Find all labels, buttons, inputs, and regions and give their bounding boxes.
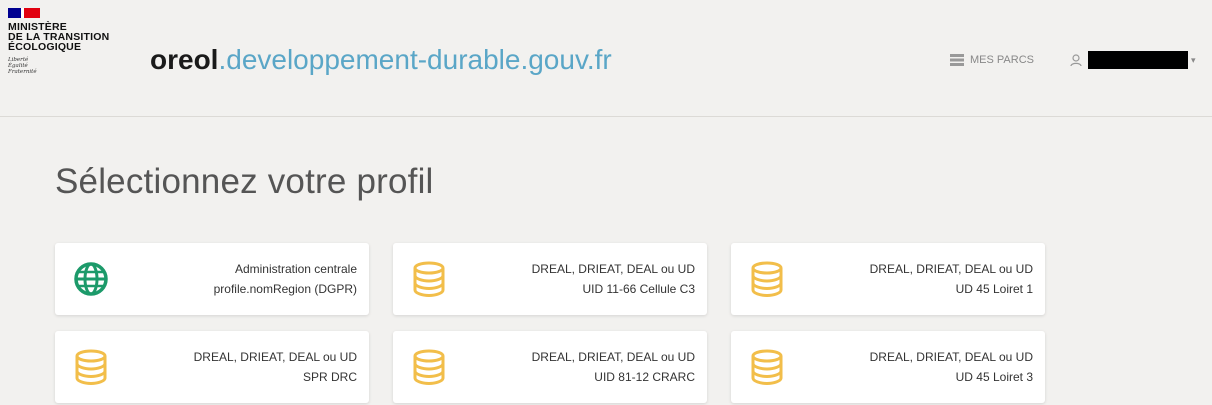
site-title[interactable]: oreol.developpement-durable.gouv.fr: [150, 42, 612, 78]
profile-description: DREAL, DRIEAT, DEAL ou UD SPR DRC: [109, 347, 357, 387]
profile-card[interactable]: DREAL, DRIEAT, DEAL ou UD SPR DRC: [55, 331, 369, 403]
profile-unit: UID 81-12 CRARC: [594, 370, 695, 384]
profile-description: Administration centrale profile.nomRegio…: [109, 259, 357, 299]
republic-motto: Liberté Égalité Fraternité: [8, 57, 37, 75]
list-icon: [950, 54, 964, 66]
site-domain: .developpement-durable.gouv.fr: [218, 44, 612, 75]
user-icon: [1070, 53, 1082, 66]
profile-card[interactable]: DREAL, DRIEAT, DEAL ou UD UID 11-66 Cell…: [393, 243, 707, 315]
mes-parcs-link[interactable]: MES PARCS: [950, 54, 1034, 66]
profile-card[interactable]: DREAL, DRIEAT, DEAL ou UD UD 45 Loiret 1: [731, 243, 1045, 315]
profile-type: DREAL, DRIEAT, DEAL ou UD: [531, 262, 695, 276]
ministry-name: MINISTÈRE DE LA TRANSITION ÉCOLOGIQUE: [8, 21, 110, 53]
french-flag-icon: [8, 8, 40, 18]
profile-grid: Administration centrale profile.nomRegio…: [55, 243, 1045, 403]
database-icon: [75, 349, 107, 385]
user-menu[interactable]: ██████████ ▾: [1070, 51, 1196, 69]
profile-type: DREAL, DRIEAT, DEAL ou UD: [193, 350, 357, 364]
profile-description: DREAL, DRIEAT, DEAL ou UD UD 45 Loiret 3: [785, 347, 1033, 387]
site-brand: oreol: [150, 44, 219, 75]
profile-card[interactable]: DREAL, DRIEAT, DEAL ou UD UID 81-12 CRAR…: [393, 331, 707, 403]
profile-description: DREAL, DRIEAT, DEAL ou UD UID 81-12 CRAR…: [447, 347, 695, 387]
profile-unit: profile.nomRegion (DGPR): [213, 282, 357, 296]
database-icon: [413, 349, 445, 385]
user-name-redacted: ██████████: [1088, 51, 1188, 69]
profile-card[interactable]: Administration centrale profile.nomRegio…: [55, 243, 369, 315]
profile-unit: UID 11-66 Cellule C3: [582, 282, 696, 296]
ministry-logo[interactable]: MINISTÈRE DE LA TRANSITION ÉCOLOGIQUE Li…: [8, 8, 128, 75]
profile-type: Administration centrale: [234, 262, 357, 276]
profile-type: DREAL, DRIEAT, DEAL ou UD: [869, 350, 1033, 364]
globe-icon: [74, 262, 108, 296]
profile-card[interactable]: DREAL, DRIEAT, DEAL ou UD UD 45 Loiret 3: [731, 331, 1045, 403]
site-header: MINISTÈRE DE LA TRANSITION ÉCOLOGIQUE Li…: [0, 0, 1212, 117]
mes-parcs-label: MES PARCS: [970, 54, 1034, 66]
database-icon: [751, 349, 783, 385]
database-icon: [413, 261, 445, 297]
profile-description: DREAL, DRIEAT, DEAL ou UD UD 45 Loiret 1: [785, 259, 1033, 299]
profile-type: DREAL, DRIEAT, DEAL ou UD: [869, 262, 1033, 276]
database-icon: [751, 261, 783, 297]
profile-description: DREAL, DRIEAT, DEAL ou UD UID 11-66 Cell…: [447, 259, 695, 299]
profile-unit: SPR DRC: [302, 370, 357, 384]
page-title: Sélectionnez votre profil: [55, 162, 434, 201]
profile-type: DREAL, DRIEAT, DEAL ou UD: [531, 350, 695, 364]
chevron-down-icon: ▾: [1191, 54, 1196, 65]
profile-unit: UD 45 Loiret 1: [955, 282, 1033, 296]
profile-unit: UD 45 Loiret 3: [955, 370, 1033, 384]
